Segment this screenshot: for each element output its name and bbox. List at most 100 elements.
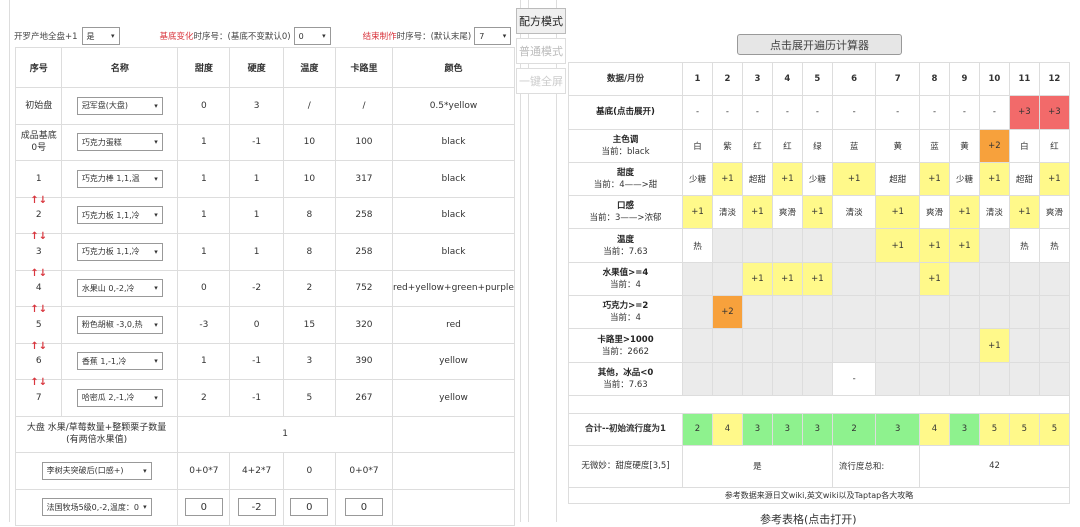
month-cell: - [801,95,833,130]
month-cell [831,261,877,297]
ingredient-select[interactable]: 香蕉 1,-1,冷 ▾ [76,352,163,371]
ranch-value-input[interactable]: 0 [344,498,383,517]
ranch-value-input[interactable]: 0 [184,498,223,517]
color-cell: black [391,196,516,234]
recipe-mode-button[interactable]: 配方模式 [516,8,566,34]
spacer-row [568,394,1070,414]
month-cell: 黄 [875,128,920,163]
extra-select[interactable]: 李树夫突破后(口感+) ▾ [41,461,152,480]
ingredient-select[interactable]: 巧克力板 1,1,冷 ▾ [76,206,163,225]
ingredient-select[interactable]: 粉色胡椒 -3,0,热 ▾ [76,315,163,334]
ingredient-row: 7 哈密瓜 2,-1,冷 ▾ 2 -1 5 267 yellow [14,379,516,417]
month-cell: - [919,95,950,130]
month-cell: +1 [741,261,773,297]
sweet-cell: 1 [177,342,231,380]
ingredient-row: 1 ↑↓ 巧克力棒 1,1,温 ▾ 1 1 10 317 black [14,160,516,205]
factor-row: 口感 当前：3——>浓郁 +1 清淡 +1 爽滑 +1 清淡 +1 爽滑 +1 清淡 +1 爽滑 [568,195,1071,230]
ingredient-select[interactable]: 巧克力棒 1,1,温 ▾ [76,169,163,188]
kairo-region-label: 开罗产地全盘+1 [14,32,78,42]
ranch-select[interactable]: 法国牧场5级0,-2,温度：0 ▾ [41,498,152,517]
total-cell: 3 [801,412,833,446]
factor-label: 水果值>=4 当前：4 [568,261,683,297]
select-value: 李树夫突破后(口感+) [46,466,124,476]
factor-current: 当前：7.63 [603,246,648,257]
ranch-value-input[interactable]: -2 [237,498,276,517]
swap-arrows-icon[interactable]: ↑↓ [30,232,47,242]
month-cell [1038,361,1071,396]
month-cell: +1 [801,195,833,230]
color-cell: black [391,233,516,271]
reference-table-link[interactable]: 参考表格(点击打开) [760,511,857,527]
ingredient-select[interactable]: 水果山 0,-2,冷 ▾ [76,279,163,298]
ingredient-row: 6 ↑↓ 香蕉 1,-1,冷 ▾ 1 -1 3 390 yellow [14,342,516,388]
temp-cell: 8 [282,233,336,271]
chevron-down-icon: ▾ [154,357,158,366]
factor-current: 当前：3——>浓郁 [589,213,662,224]
month-cell [801,228,833,263]
temp-cell: 10 [282,160,336,198]
select-value: 巧克力蛋糕 [81,137,122,147]
month-cell [875,261,920,297]
total-row: 合计--初始流行度为1 2 4 3 3 3 2 3 4 3 5 5 5 [568,412,1071,446]
column-header: 温度 [282,47,336,88]
ranch-input-cell: 0 [334,488,393,526]
factor-label[interactable]: 基底(点击展开) [568,95,683,130]
fullscreen-button[interactable]: 一键全屏 [516,68,566,94]
column-header: 硬度 [229,47,284,88]
monthly-popularity-table: 数据/月份 1 2 3 4 5 6 7 8 9 10 11 12 基底(点击展开) - - - - - - - - - - +3… [568,61,1071,504]
ranch-row: 法国牧场5级0,-2,温度：0 ▾ 0 -2 0 0 [14,488,516,526]
ingredient-select[interactable]: 哈密瓜 2,-1,冷 ▾ [76,388,163,407]
month-cell: 热 [1038,228,1071,263]
ranch-value-input[interactable]: 0 [290,498,329,517]
factor-title: 主色调 [612,134,639,145]
factor-current: 当前：4 [610,313,641,324]
total-cell: 5 [1008,412,1040,446]
total-label: 合计--初始流行度为1 [568,412,683,446]
factor-title: 水果值>=4 [602,267,649,278]
color-cell: yellow [391,379,516,417]
ingredient-select[interactable]: 冠军盘(大盘) ▾ [76,96,163,115]
month-header: 10 [978,61,1010,97]
kairo-region-select[interactable]: 是 ▾ [81,27,120,45]
month-cell: 热 [1008,228,1040,263]
month-cell: +1 [711,161,743,197]
seq-label: 6 [35,356,42,367]
swap-arrows-icon[interactable]: ↑↓ [30,378,47,388]
seq-label: 3 [35,246,42,257]
factor-label: 巧克力>=2 当前：4 [568,295,683,330]
month-cell [801,295,833,330]
expand-calculator-button[interactable]: 点击展开遍历计算器 [737,34,902,55]
factor-current: 当前：4——>甜 [593,180,658,191]
select-value: 7 [479,31,485,41]
swap-arrows-icon[interactable]: ↑↓ [30,268,47,279]
base-change-select[interactable]: 0 ▾ [293,27,331,45]
month-cell: +1 [919,161,950,197]
ingredient-select[interactable]: 巧克力板 1,1,冷 ▾ [76,242,163,261]
ingredient-select[interactable]: 巧克力蛋糕 ▾ [76,133,163,152]
swap-arrows-icon[interactable]: ↑↓ [30,195,47,206]
swap-arrows-icon[interactable]: ↑↓ [30,341,47,352]
factor-row: 巧克力>=2 当前：4 +2 [568,295,1071,330]
ingredient-table: 序号 名称 甜度 硬度 温度 卡路里 颜色 初始盘 冠军盘(大盘) ▾ 0 3//0.5*yello… [14,47,516,526]
end-make-select[interactable]: 7 ▾ [474,27,512,45]
ranch-cell: 法国牧场5级0,-2,温度：0 ▾ [14,488,179,526]
seq-cell: 1 ↑↓ [14,160,63,205]
month-cell: 超甜 [1008,161,1040,197]
factor-current: 当前：black [601,146,650,157]
plate-value: 1 [177,415,393,453]
factor-row: 其他，冰品<0 当前：7.63 - [568,361,1071,396]
swap-arrows-icon[interactable]: ↑↓ [30,305,47,315]
select-value: 0 [298,31,304,41]
empty-cell [391,415,516,453]
month-cell: 清淡 [978,195,1010,230]
month-cell [1008,361,1040,396]
seq-label: 成品基底0号 [20,131,57,154]
chevron-down-icon: ▾ [154,101,158,110]
month-cell [711,328,743,363]
month-header: 5 [801,61,833,97]
ingredient-row: 2 ↑↓ 巧克力板 1,1,冷 ▾ 1 1 8 258 black [14,196,516,242]
subtle-label: 无微妙：甜度硬度[3,5] [568,444,683,488]
normal-mode-button[interactable]: 普通模式 [516,38,566,64]
temp-cell: 8 [282,196,336,234]
month-cell: 爽滑 [1038,195,1071,230]
